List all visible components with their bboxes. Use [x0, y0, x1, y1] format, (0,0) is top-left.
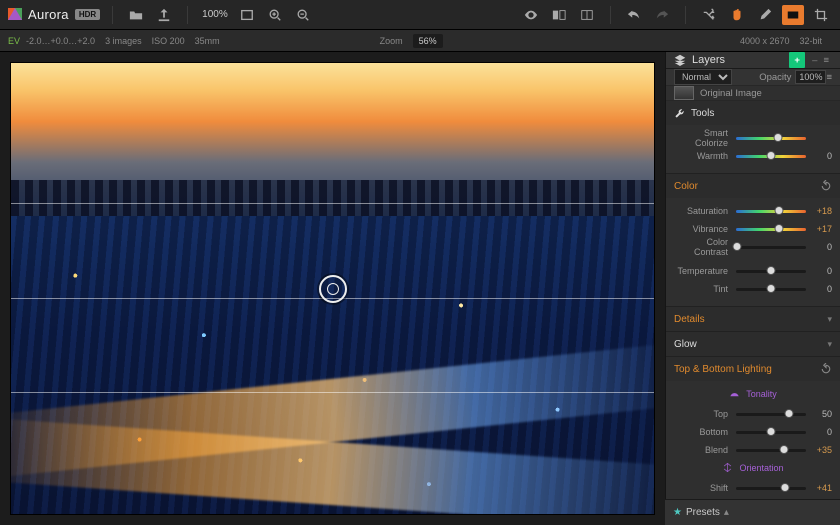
redo-button[interactable]	[651, 5, 673, 25]
reset-icon[interactable]	[820, 363, 832, 375]
tonality-icon	[729, 388, 740, 399]
layer-extra-button[interactable]: ≡	[826, 72, 832, 83]
image-dimensions: 4000 x 2670	[740, 36, 790, 46]
gradient-guide-line[interactable]	[11, 392, 654, 393]
top-slider[interactable]: Top50	[674, 405, 832, 423]
shift-slider[interactable]: Shift+41	[674, 479, 832, 497]
details-header[interactable]: Details▾	[666, 307, 840, 331]
layer-name: Original Image	[700, 88, 762, 99]
blend-slider[interactable]: Blend+35	[674, 441, 832, 459]
top-toolbar: Aurora HDR 100%	[0, 0, 840, 30]
opacity-value[interactable]: 100%	[795, 70, 826, 84]
ev-range: -2.0…+0.0…+2.0	[26, 36, 95, 46]
color-header[interactable]: Color	[666, 174, 840, 198]
image-count: 3 images	[105, 36, 142, 46]
add-layer-button[interactable]: +	[789, 52, 805, 68]
opacity-label: Opacity	[732, 72, 795, 83]
remove-layer-button[interactable]: –	[809, 55, 820, 66]
tint-slider[interactable]: Tint 0	[674, 280, 832, 298]
glow-header[interactable]: Glow▾	[666, 332, 840, 356]
layers-icon	[674, 54, 686, 66]
image-canvas[interactable]	[10, 62, 655, 515]
brush-tool-button[interactable]	[754, 5, 776, 25]
vibrance-slider[interactable]: Vibrance +17	[674, 220, 832, 238]
temperature-slider[interactable]: Temperature 0	[674, 262, 832, 280]
bit-depth: 32-bit	[799, 36, 822, 46]
tools-title: Tools	[691, 108, 714, 119]
orientation-subheader: Orientation	[674, 459, 832, 479]
orientation-icon	[722, 462, 733, 473]
saturation-slider[interactable]: Saturation +18	[674, 202, 832, 220]
canvas-area[interactable]	[0, 52, 665, 525]
color-contrast-slider[interactable]: Color Contrast 0	[674, 238, 832, 256]
layer-thumbnail	[674, 86, 694, 100]
app-badge: HDR	[75, 9, 100, 20]
warmth-slider[interactable]: Warmth 0	[674, 147, 832, 165]
zoom-percent[interactable]: 100%	[200, 9, 230, 20]
chevron-up-icon: ▴	[724, 507, 729, 518]
ev-label: EV	[8, 36, 20, 46]
gradient-tool-button[interactable]	[782, 5, 804, 25]
bottom-slider[interactable]: Bottom0	[674, 423, 832, 441]
info-bar: EV -2.0…+0.0…+2.0 3 images ISO 200 35mm …	[0, 30, 840, 52]
tblight-header[interactable]: Top & Bottom Lighting	[666, 357, 840, 381]
compare-button[interactable]	[548, 5, 570, 25]
app-logo: Aurora HDR	[8, 7, 100, 22]
focal-length: 35mm	[195, 36, 220, 46]
presets-bar[interactable]: ★ Presets ▴	[665, 499, 840, 525]
split-compare-button[interactable]	[576, 5, 598, 25]
gradient-guide-line[interactable]	[11, 203, 654, 204]
zoom-value[interactable]: 56%	[413, 34, 443, 48]
fit-screen-button[interactable]	[236, 5, 258, 25]
crop-tool-button[interactable]	[810, 5, 832, 25]
layer-options-row: Normal Opacity 100% ≡	[666, 69, 840, 86]
gradient-center-handle[interactable]	[319, 275, 347, 303]
wrench-icon	[674, 108, 685, 119]
logo-mark-icon	[8, 8, 22, 20]
layers-menu-button[interactable]: ≡	[820, 55, 832, 66]
layers-header: Layers + – ≡	[666, 52, 840, 69]
app-name: Aurora	[28, 7, 69, 22]
preview-button[interactable]	[520, 5, 542, 25]
layers-title: Layers	[692, 54, 789, 66]
right-panel: Layers + – ≡ Normal Opacity 100% ≡ Origi…	[665, 52, 840, 525]
reset-icon[interactable]	[820, 180, 832, 192]
layer-row[interactable]: Original Image	[666, 86, 840, 101]
export-button[interactable]	[153, 5, 175, 25]
tools-header[interactable]: Tools	[666, 101, 840, 125]
hand-tool-button[interactable]	[726, 5, 748, 25]
zoom-label: Zoom	[380, 36, 403, 46]
zoom-out-button[interactable]	[292, 5, 314, 25]
open-button[interactable]	[125, 5, 147, 25]
undo-button[interactable]	[623, 5, 645, 25]
shuffle-button[interactable]	[698, 5, 720, 25]
smart-colorize-slider[interactable]: Smart Colorize	[674, 129, 832, 147]
presets-label: Presets	[686, 507, 720, 518]
tonality-subheader: Tonality	[674, 385, 832, 405]
blend-mode-select[interactable]: Normal	[674, 69, 732, 85]
star-icon: ★	[673, 507, 682, 518]
iso-value: ISO 200	[152, 36, 185, 46]
zoom-in-button[interactable]	[264, 5, 286, 25]
